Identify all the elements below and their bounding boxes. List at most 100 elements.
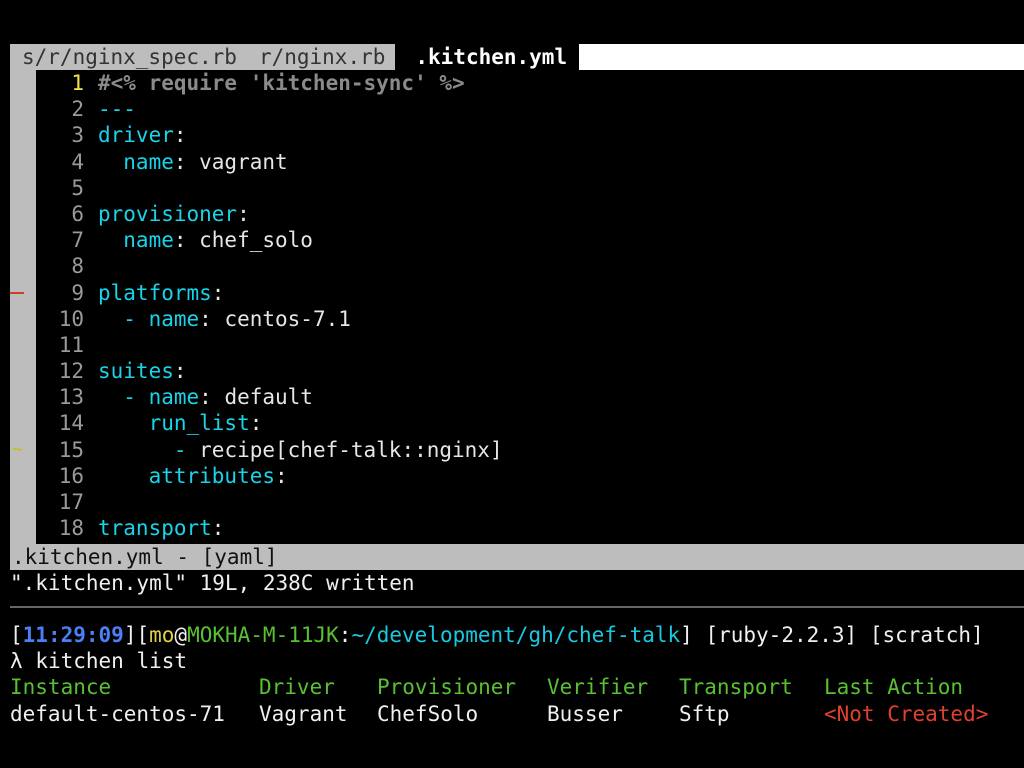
editor-line[interactable]: 9 platforms: — [36, 280, 1024, 306]
code-token: : — [249, 411, 263, 436]
editor-line[interactable]: 4 name: vagrant — [36, 149, 1024, 175]
editor-line[interactable]: 10 - name: centos-7.1 — [36, 306, 1024, 332]
editor-line[interactable]: 6 provisioner: — [36, 201, 1024, 227]
tab-nginx-spec[interactable]: s/r/nginx_spec.rb — [10, 44, 247, 70]
header-instance: Instance — [10, 675, 112, 700]
yaml-key: name — [98, 228, 174, 253]
status-line: .kitchen.yml - [yaml] — [10, 544, 1024, 570]
cell-transport: Sftp — [679, 701, 730, 726]
yaml-key: driver — [98, 123, 174, 148]
line-number: 14 — [58, 411, 84, 436]
line-code: run_list: — [98, 410, 263, 436]
editor-line[interactable]: 7 name: chef_solo — [36, 227, 1024, 253]
code-token: : — [211, 280, 225, 305]
yaml-key: name — [98, 149, 174, 174]
line-code: driver: — [98, 122, 187, 148]
prompt-host: MOKHA-M-11JK — [187, 623, 339, 647]
line-number: 11 — [58, 332, 84, 357]
line-number: 12 — [58, 359, 84, 384]
editor-line[interactable]: 5 — [36, 175, 1024, 201]
editor-line[interactable]: 14 run_list: — [36, 410, 1024, 436]
git-removed-sign-icon — [10, 291, 24, 294]
shell-prompt: [11:29:09][mo@MOKHA-M-11JK:~/development… — [10, 623, 984, 647]
prompt-session: [scratch] — [869, 623, 984, 647]
prompt-ruby: [ruby-2.2.3] — [705, 623, 858, 647]
line-number: 8 — [71, 254, 84, 279]
line-code: name: vagrant — [98, 149, 287, 175]
yaml-key: attributes — [98, 463, 276, 488]
code-token: : — [237, 201, 250, 226]
editor-buffer[interactable]: 1 #<% require 'kitchen-sync' %> 2 --- 3 drive… — [36, 70, 1024, 541]
line-code: suites: — [98, 358, 187, 384]
code-token: : default — [199, 385, 313, 410]
yaml-key: provisioner — [98, 201, 238, 226]
line-code: #<% require 'kitchen-sync' %> — [98, 70, 465, 96]
tab-nginx-recipe[interactable]: r/nginx.rb — [246, 44, 396, 70]
pane-divider[interactable] — [10, 606, 1024, 608]
yaml-key: --- — [98, 97, 136, 122]
cell-driver: Vagrant — [259, 701, 348, 726]
line-number: 7 — [71, 228, 84, 253]
line-code: attributes: — [98, 463, 288, 489]
tab-line-fill — [579, 44, 1024, 70]
line-number: 3 — [71, 123, 84, 148]
yaml-key: name — [148, 385, 200, 410]
line-code: - recipe[chef-talk::nginx] — [98, 437, 503, 463]
line-number: 6 — [71, 201, 84, 226]
shell-command-line[interactable]: λ kitchen list — [10, 648, 1024, 674]
editor-line[interactable]: 13 - name: default — [36, 384, 1024, 410]
prompt-time: 11:29:09 — [22, 623, 124, 647]
prompt-user: mo — [149, 623, 175, 647]
header-transport: Transport — [679, 675, 793, 700]
line-code: provisioner: — [98, 201, 250, 227]
editor-line[interactable]: 1 #<% require 'kitchen-sync' %> — [36, 70, 1024, 96]
command-line-message[interactable]: ".kitchen.yml" 19L, 238C written — [10, 570, 415, 596]
editor-line[interactable]: 2 --- — [36, 96, 1024, 122]
header-verifier: Verifier — [547, 675, 649, 700]
editor-line[interactable]: 12 suites: — [36, 358, 1024, 384]
code-token: : — [173, 359, 187, 384]
line-number: 16 — [58, 463, 84, 488]
editor-line[interactable]: 3 driver: — [36, 122, 1024, 148]
editor-line[interactable]: 16 attributes: — [36, 463, 1024, 489]
line-code: transport: — [98, 515, 224, 541]
cell-verifier: Busser — [547, 701, 623, 726]
code-token: : — [211, 516, 225, 541]
line-number: 18 — [58, 516, 84, 541]
line-number: 13 — [58, 385, 84, 410]
code-token: : — [275, 463, 288, 488]
line-code: --- — [98, 96, 136, 122]
editor-line[interactable]: 8 — [36, 253, 1024, 279]
table-header-row: Instance Driver Provisioner Verifier Tra… — [10, 674, 1024, 700]
line-number: 5 — [71, 175, 84, 200]
line-number: 2 — [71, 97, 84, 122]
git-modified-sign-icon: ~ — [12, 438, 23, 460]
cell-last-action: <Not Created> — [824, 701, 989, 726]
tab-kitchen-yml[interactable]: .kitchen.yml — [399, 44, 580, 70]
code-token: : centos-7.1 — [199, 306, 351, 331]
code-token: - — [98, 306, 149, 331]
line-number: 15 — [58, 437, 84, 462]
editor-line[interactable]: 15 - recipe[chef-talk::nginx] — [36, 437, 1024, 463]
editor-line[interactable]: 17 — [36, 489, 1024, 515]
editor-line[interactable]: 11 — [36, 332, 1024, 358]
header-driver: Driver — [259, 675, 335, 700]
line-code: platforms: — [98, 280, 224, 306]
shell-pane[interactable]: [11:29:09][mo@MOKHA-M-11JK:~/development… — [10, 622, 1024, 727]
line-number: 1 — [71, 71, 84, 95]
table-row: default-centos-71 Vagrant ChefSolo Busse… — [10, 701, 1024, 727]
cell-instance: default-centos-71 — [10, 701, 225, 726]
line-number: 17 — [58, 490, 84, 514]
sign-column: ~ — [10, 70, 36, 544]
line-code: name: chef_solo — [98, 227, 313, 253]
line-number: 10 — [58, 306, 84, 331]
editor-line[interactable]: 18 transport: — [36, 515, 1024, 541]
editor-window[interactable]: ~ 1 #<% require 'kitchen-sync' %> 2 --- 3 dri… — [10, 70, 1024, 544]
line-number: 9 — [71, 280, 84, 305]
yaml-key: run_list — [98, 411, 250, 436]
code-token: - — [98, 437, 200, 462]
yaml-key: platforms — [98, 280, 212, 305]
shell-command: kitchen list — [35, 649, 188, 674]
lambda-prompt-icon: λ — [10, 649, 23, 674]
line-number: 4 — [71, 149, 84, 174]
